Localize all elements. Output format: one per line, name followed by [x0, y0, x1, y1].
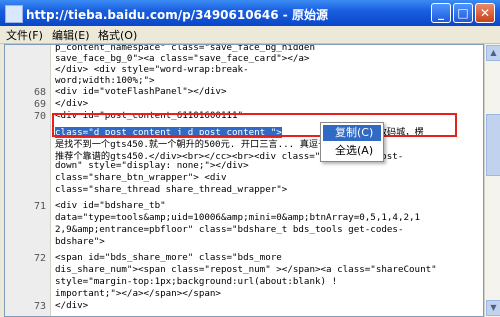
context-menu-copy[interactable]: 复制(C): [323, 125, 381, 141]
line-number: 73: [33, 301, 46, 312]
code-line: class="share_thread share_thread_wrapper…: [55, 184, 288, 195]
code-line: 2,9&amp;entrance=pbfloor" class="bdshare…: [55, 224, 404, 235]
vertical-scrollbar[interactable]: ▲ ▼: [484, 44, 500, 317]
page-icon: [5, 5, 23, 23]
window-title: http://tieba.baidu.com/p/3490610646 - 原始…: [26, 8, 328, 22]
context-menu: 复制(C) 全选(A): [320, 122, 384, 162]
title-bar[interactable]: http://tieba.baidu.com/p/3490610646 - 原始…: [0, 0, 500, 26]
line-number-gutter: 68 69 70 71 72 73: [5, 45, 51, 316]
code-line: p_content_namespace" class="save_face_bg…: [55, 44, 315, 53]
code-line: <div id="voteFlashPanel"></div>: [55, 86, 227, 97]
code-line: down" style="display: none;"></div>: [55, 160, 249, 171]
line-number: 72: [33, 253, 46, 264]
scroll-down-arrow-icon[interactable]: ▼: [486, 300, 500, 316]
source-code[interactable]: p_content_namespace" class="save_face_bg…: [55, 44, 480, 316]
highlight-annotation-box: [52, 113, 457, 137]
menu-format[interactable]: 格式(O): [98, 27, 137, 43]
line-number: 68: [33, 87, 46, 98]
code-line: save_face_bg_0"><a class="save_face_card…: [55, 53, 310, 64]
menu-bar: 文件(F) 编辑(E) 格式(O): [0, 26, 500, 44]
code-line: class="share_btn_wrapper"> <div: [55, 172, 227, 183]
code-line: word;width:100%;">: [55, 75, 155, 86]
source-viewer-window: http://tieba.baidu.com/p/3490610646 - 原始…: [0, 0, 500, 317]
code-line: important;"></a></span></span>: [55, 288, 221, 299]
code-line: style="margin-top:1px;background:url(abo…: [55, 276, 338, 287]
context-menu-select-all[interactable]: 全选(A): [323, 143, 381, 159]
minimize-button[interactable]: _: [431, 3, 451, 23]
menu-edit[interactable]: 编辑(E): [52, 27, 90, 43]
scroll-thumb[interactable]: [486, 114, 500, 176]
line-number: 70: [33, 111, 46, 122]
code-line: </div>: [55, 98, 89, 109]
menu-file[interactable]: 文件(F): [6, 27, 43, 43]
source-editor[interactable]: 68 69 70 71 72 73 p_content_namespace" c…: [4, 44, 484, 317]
line-number: 71: [33, 201, 46, 212]
code-line: bdshare">: [55, 236, 105, 247]
code-line: data="type=tools&amp;uid=10006&amp;mini=…: [55, 212, 421, 223]
code-line: <span id="bds_share_more" class="bds_mor…: [55, 252, 282, 263]
maximize-button[interactable]: □: [453, 3, 473, 23]
code-line: dis_share_num"><span class="repost_num" …: [55, 264, 437, 275]
code-line: </div>: [55, 300, 89, 311]
code-line: <div id="bdshare_tb": [55, 200, 166, 211]
close-button[interactable]: ✕: [475, 3, 495, 23]
scroll-up-arrow-icon[interactable]: ▲: [486, 45, 500, 61]
line-number: 69: [33, 99, 46, 110]
code-line: </div> <div style="word-wrap:break-: [55, 64, 249, 75]
